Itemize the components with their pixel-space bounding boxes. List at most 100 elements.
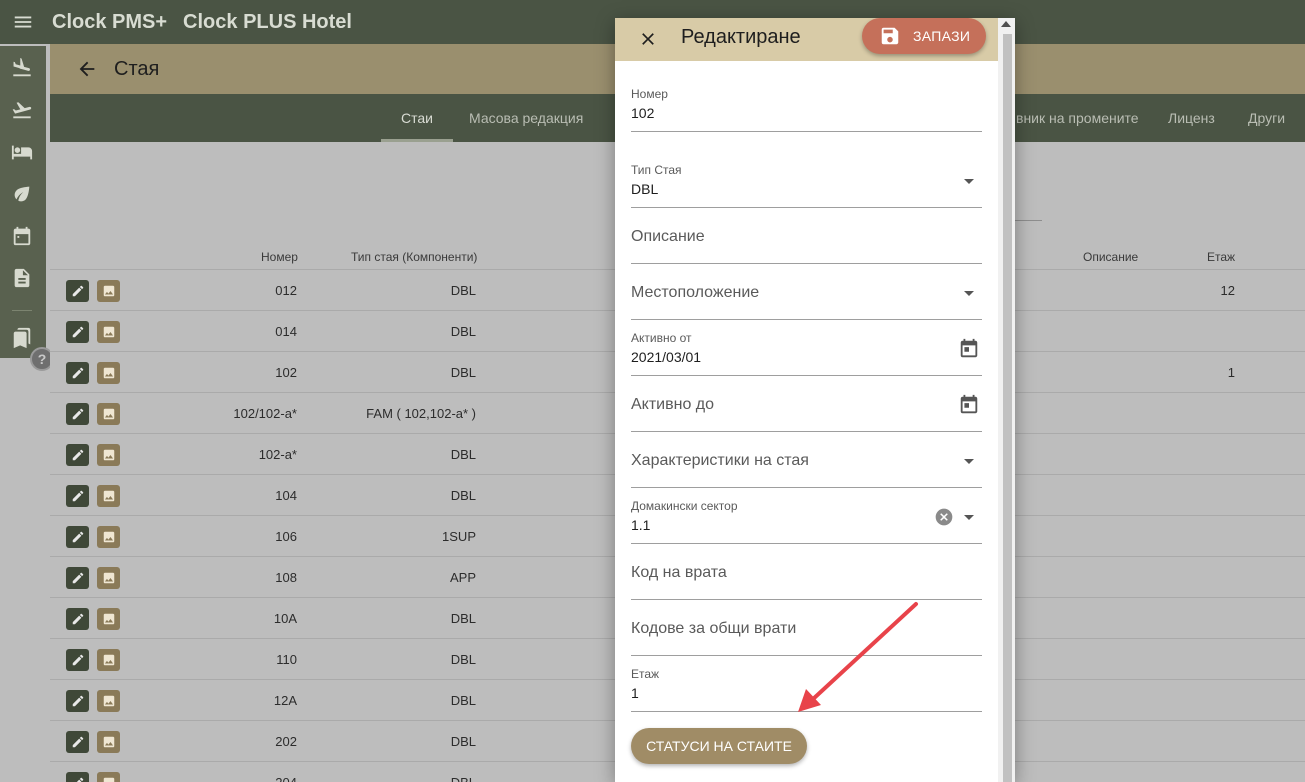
room-number: 102 bbox=[275, 365, 297, 380]
room-type: FAM ( 102,102-a* ) bbox=[366, 406, 476, 421]
edit-icon[interactable] bbox=[66, 444, 89, 466]
header-floor: Етаж bbox=[1207, 250, 1236, 264]
room-statuses-button[interactable]: СТАТУСИ НА СТАИТЕ bbox=[631, 728, 807, 764]
image-icon[interactable] bbox=[97, 649, 120, 671]
floor-field[interactable]: Етаж 1 bbox=[631, 658, 982, 712]
door-code-field[interactable]: Код на врата bbox=[631, 546, 982, 600]
room-floor: 1 bbox=[1227, 365, 1235, 380]
room-type-value: DBL bbox=[631, 181, 659, 197]
image-icon[interactable] bbox=[97, 608, 120, 630]
scroll-up-arrow-icon[interactable] bbox=[1001, 21, 1011, 27]
image-icon[interactable] bbox=[97, 772, 120, 782]
menu-icon[interactable] bbox=[0, 0, 46, 44]
image-icon[interactable] bbox=[97, 731, 120, 753]
back-arrow-icon[interactable] bbox=[72, 54, 102, 84]
common-door-codes-placeholder: Кодове за общи врати bbox=[631, 620, 797, 637]
room-type: DBL bbox=[450, 734, 476, 749]
floor-label: Етаж bbox=[631, 667, 660, 681]
room-number: 12A bbox=[273, 693, 297, 708]
edit-icon[interactable] bbox=[66, 772, 89, 782]
room-number: 106 bbox=[275, 529, 297, 544]
edit-icon[interactable] bbox=[66, 485, 89, 507]
edit-icon[interactable] bbox=[66, 526, 89, 548]
bookmark-icon[interactable] bbox=[10, 326, 34, 350]
image-icon[interactable] bbox=[97, 690, 120, 712]
room-floor: 12 bbox=[1220, 283, 1235, 298]
tab-other[interactable]: Други bbox=[1248, 94, 1285, 142]
features-select[interactable]: Характеристики на стая bbox=[631, 434, 982, 488]
edit-icon[interactable] bbox=[66, 731, 89, 753]
tab-license[interactable]: Лиценз bbox=[1168, 94, 1215, 142]
room-type: DBL bbox=[451, 775, 476, 782]
document-icon[interactable] bbox=[10, 266, 34, 290]
room-type: DBL bbox=[450, 693, 476, 708]
image-icon[interactable] bbox=[97, 362, 120, 384]
room-type: APP bbox=[449, 570, 476, 585]
room-type-select[interactable]: Тип Стая DBL bbox=[631, 154, 982, 208]
common-door-codes-field[interactable]: Кодове за общи врати bbox=[631, 602, 982, 656]
scroll-thumb[interactable] bbox=[1003, 34, 1012, 782]
page-title: Стая bbox=[114, 57, 160, 80]
side-rail bbox=[0, 46, 46, 358]
calendar-icon[interactable] bbox=[958, 394, 980, 416]
edit-icon[interactable] bbox=[66, 649, 89, 671]
calendar-icon[interactable] bbox=[10, 224, 34, 248]
chevron-down-icon[interactable] bbox=[964, 291, 974, 296]
flight-land-icon[interactable] bbox=[10, 56, 34, 80]
active-from-label: Активно от bbox=[631, 331, 692, 345]
active-to-placeholder: Активно до bbox=[631, 396, 715, 413]
image-icon[interactable] bbox=[97, 485, 120, 507]
tab-rooms[interactable]: Стаи bbox=[401, 94, 433, 142]
chevron-down-icon[interactable] bbox=[964, 459, 974, 464]
close-icon[interactable] bbox=[635, 26, 661, 52]
image-icon[interactable] bbox=[97, 444, 120, 466]
save-icon bbox=[881, 27, 899, 45]
image-icon[interactable] bbox=[97, 321, 120, 343]
edit-icon[interactable] bbox=[66, 690, 89, 712]
image-icon[interactable] bbox=[97, 526, 120, 548]
door-code-placeholder: Код на врата bbox=[631, 564, 727, 581]
active-from-field[interactable]: Активно от 2021/03/01 bbox=[631, 322, 982, 376]
room-number: 104 bbox=[275, 488, 297, 503]
features-placeholder: Характеристики на стая bbox=[631, 452, 809, 469]
description-placeholder: Описание bbox=[631, 228, 705, 245]
active-to-field[interactable]: Активно до bbox=[631, 378, 982, 432]
edit-icon[interactable] bbox=[66, 362, 89, 384]
edit-icon[interactable] bbox=[66, 608, 89, 630]
room-number: 102/102-a* bbox=[233, 406, 297, 421]
edit-icon[interactable] bbox=[66, 567, 89, 589]
room-type: DBL bbox=[450, 365, 476, 380]
tab-bulk-edit[interactable]: Масова редакция bbox=[469, 94, 583, 142]
room-number: 014 bbox=[275, 324, 297, 339]
image-icon[interactable] bbox=[97, 567, 120, 589]
chevron-down-icon[interactable] bbox=[964, 515, 974, 520]
room-number: 108 bbox=[275, 570, 297, 585]
edit-icon[interactable] bbox=[66, 321, 89, 343]
room-type: 1SUP bbox=[442, 529, 476, 544]
housekeeping-sector-select[interactable]: Домакински сектор 1.1 bbox=[631, 490, 982, 544]
edit-icon[interactable] bbox=[66, 403, 89, 425]
rail-divider bbox=[12, 310, 32, 311]
chevron-down-icon[interactable] bbox=[964, 179, 974, 184]
image-icon[interactable] bbox=[97, 280, 120, 302]
room-type: DBL bbox=[450, 488, 476, 503]
tab-changelog[interactable]: вник на промените bbox=[1016, 94, 1139, 142]
calendar-icon[interactable] bbox=[958, 338, 980, 360]
hotel-bed-icon[interactable] bbox=[10, 140, 34, 164]
save-button[interactable]: ЗАПАЗИ bbox=[862, 18, 986, 54]
location-select[interactable]: Местоположение bbox=[631, 266, 982, 320]
flight-takeoff-icon[interactable] bbox=[10, 98, 34, 122]
image-icon[interactable] bbox=[97, 403, 120, 425]
leaf-icon[interactable] bbox=[10, 182, 34, 206]
dialog-title: Редактиране bbox=[681, 26, 801, 48]
number-label: Номер bbox=[631, 87, 668, 101]
room-type-label: Тип Стая bbox=[631, 163, 682, 177]
room-type: DBL bbox=[450, 652, 476, 667]
edit-icon[interactable] bbox=[66, 280, 89, 302]
clear-icon[interactable] bbox=[934, 507, 954, 527]
save-button-label: ЗАПАЗИ bbox=[913, 28, 971, 44]
description-field[interactable]: Описание bbox=[631, 210, 982, 264]
number-field[interactable]: Номер 102 bbox=[631, 78, 982, 132]
room-number: 012 bbox=[275, 283, 297, 298]
housekeeping-value: 1.1 bbox=[631, 517, 651, 533]
